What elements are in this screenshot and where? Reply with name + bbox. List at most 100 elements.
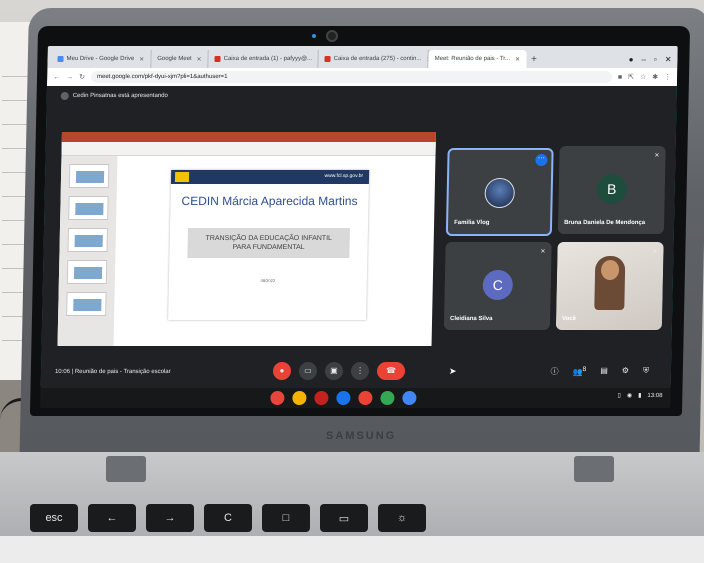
gmail-icon bbox=[214, 56, 221, 62]
participant-tile-cleidiana[interactable]: ✕ C Cleidiana Silva bbox=[443, 242, 552, 330]
chromeos-shelf: ▯ ◉ ▮ 13:08 bbox=[40, 388, 671, 408]
window-controls: ● – ▫ ✕ bbox=[628, 50, 677, 68]
meeting-info: 10:06 | Reunião de pais - Transição esco… bbox=[54, 369, 171, 375]
camera-toggle-button[interactable]: ▭ bbox=[298, 362, 318, 380]
mic-toggle-button[interactable]: ● bbox=[272, 362, 292, 380]
tab-inbox-1[interactable]: Caixa de entrada (1) - pafyyy@...✕ bbox=[208, 50, 319, 68]
avatar: B bbox=[596, 174, 628, 204]
forward-icon[interactable]: → bbox=[66, 74, 73, 81]
address-bar: ← → ↻ meet.google.com/pkf-dyui-xjm?pli=1… bbox=[46, 68, 678, 86]
slide-subtitle-box: TRANSIÇÃO DA EDUCAÇÃO INFANTIL PARA FUND… bbox=[187, 228, 350, 258]
play-store-icon[interactable] bbox=[380, 391, 395, 405]
presenter-avatar bbox=[60, 92, 69, 100]
tab-drive[interactable]: Meu Drive - Google Drive ✕ bbox=[51, 50, 152, 68]
drive-icon bbox=[57, 56, 64, 62]
slide-header-band: www.fcl.sp.gov.br bbox=[170, 170, 370, 184]
tab-meet-reuniao[interactable]: Meet: Reunião de pais - Tr... ✕ bbox=[40, 50, 677, 386]
key-fullscreen: □ bbox=[262, 504, 310, 532]
bookmark-star-icon[interactable]: ☆ bbox=[640, 73, 646, 81]
mic-off-icon: ✕ bbox=[654, 153, 660, 159]
camera-light-icon bbox=[312, 34, 316, 38]
key-overview: ▭ bbox=[320, 504, 368, 532]
current-slide: www.fcl.sp.gov.br CEDIN Márcia Aparecida… bbox=[168, 170, 370, 320]
participant-tile-bruna[interactable]: ✕ B Bruna Daniela De Mendonça bbox=[557, 146, 666, 234]
key-refresh: C bbox=[204, 504, 252, 532]
image-bottom-margin bbox=[0, 536, 704, 563]
hinge bbox=[106, 456, 146, 482]
more-options-button[interactable]: ⋮ bbox=[350, 362, 370, 380]
ppt-ribbon bbox=[61, 142, 436, 156]
camera-permission-icon[interactable]: ■ bbox=[618, 74, 622, 81]
slide-site: www.fcl.sp.gov.br bbox=[324, 173, 364, 179]
slide-subtitle: TRANSIÇÃO DA EDUCAÇÃO INFANTIL PARA FUND… bbox=[205, 234, 333, 251]
docs-app-icon[interactable] bbox=[336, 391, 351, 405]
slide-thumbnail bbox=[68, 196, 109, 220]
share-icon[interactable]: ⇱ bbox=[628, 73, 634, 81]
avatar bbox=[484, 178, 516, 208]
notification-icon[interactable]: ▯ bbox=[618, 392, 621, 399]
participant-name: Você bbox=[562, 316, 577, 322]
extensions-icon[interactable]: ✱ bbox=[652, 73, 658, 81]
mic-off-icon: ✕ bbox=[540, 249, 546, 255]
webcam-icon bbox=[326, 30, 338, 42]
browser-tab-strip: Meu Drive - Google Drive ✕ Google Meet ✕ C… bbox=[40, 46, 678, 386]
slide-thumbnails bbox=[57, 156, 118, 346]
account-icon[interactable]: ● bbox=[629, 55, 634, 64]
tab-inbox-275[interactable]: Caixa de entrada (275) - contin... ✕ bbox=[318, 50, 429, 68]
presenting-banner: Cedin Pinsatnas está apresentando bbox=[60, 92, 168, 100]
slide-date: 08/2022 bbox=[260, 278, 276, 283]
leave-call-button[interactable]: ☎ bbox=[376, 362, 406, 380]
participant-name: Cleidiana Silva bbox=[450, 316, 493, 322]
maximize-icon[interactable]: ▫ bbox=[654, 55, 657, 64]
youtube-app-icon[interactable] bbox=[358, 391, 373, 405]
back-icon[interactable]: ← bbox=[53, 74, 60, 81]
meet-side-controls: ⓘ 👥8 ▤ ⚙ ⛨ bbox=[550, 366, 649, 377]
activities-icon[interactable]: ⚙ bbox=[622, 366, 629, 377]
hinge bbox=[574, 456, 614, 482]
participant-tile-familia-vlog[interactable]: ⋯ Familia Vlog bbox=[445, 148, 554, 236]
laptop-brand: SAMSUNG bbox=[326, 430, 397, 442]
chat-icon[interactable]: ▤ bbox=[600, 366, 608, 377]
mic-off-icon: ✕ bbox=[652, 249, 658, 255]
ppt-title-bar bbox=[61, 132, 436, 142]
key-back: ← bbox=[88, 504, 136, 532]
slide-thumbnail bbox=[66, 292, 107, 316]
status-tray[interactable]: ▯ ◉ ▮ 13:08 bbox=[618, 392, 663, 400]
menu-icon[interactable]: ⋮ bbox=[664, 73, 671, 81]
chrome-app-icon[interactable] bbox=[270, 391, 285, 405]
participant-tile-voce[interactable]: ✕ Você bbox=[555, 242, 664, 330]
new-tab-button[interactable]: + bbox=[526, 52, 542, 68]
battery-icon: ▮ bbox=[638, 393, 642, 399]
minimize-icon[interactable]: – bbox=[641, 55, 646, 64]
mouse-cursor-icon: ➤ bbox=[448, 366, 457, 376]
slide-thumbnail bbox=[68, 164, 110, 188]
files-app-icon[interactable] bbox=[292, 391, 307, 405]
wifi-icon: ◉ bbox=[626, 393, 633, 399]
close-icon[interactable]: ✕ bbox=[139, 56, 144, 63]
slide-thumbnail bbox=[66, 260, 108, 284]
close-window-icon[interactable]: ✕ bbox=[665, 55, 672, 64]
info-icon[interactable]: ⓘ bbox=[550, 366, 558, 377]
close-icon[interactable]: ✕ bbox=[197, 56, 202, 63]
participant-name: Familia Vlog bbox=[454, 220, 490, 226]
present-button[interactable]: ▣ bbox=[324, 362, 344, 380]
keyboard-row: esc ← → C □ ▭ ☼ bbox=[30, 504, 690, 536]
gmail-icon bbox=[324, 56, 331, 62]
more-options-icon[interactable]: ⋯ bbox=[535, 154, 548, 166]
participant-name: Bruna Daniela De Mendonça bbox=[564, 220, 646, 226]
slide-thumbnail bbox=[67, 228, 108, 252]
reload-icon[interactable]: ↻ bbox=[79, 73, 85, 81]
meet-window: Cedin Pinsatnas está apresentando www.fc… bbox=[40, 86, 677, 386]
slide-logo bbox=[174, 172, 190, 182]
url-field[interactable]: meet.google.com/pkf-dyui-xjm?pli=1&authu… bbox=[90, 71, 613, 83]
gmail-app-icon[interactable] bbox=[314, 391, 329, 405]
close-icon[interactable]: ✕ bbox=[515, 56, 520, 63]
slide-title: CEDIN Márcia Aparecida Martins bbox=[181, 194, 358, 208]
people-icon[interactable]: 👥8 bbox=[572, 366, 586, 377]
meet-app-icon[interactable] bbox=[402, 391, 417, 405]
clock: 13:08 bbox=[647, 392, 663, 399]
laptop-screen: Meu Drive - Google Drive ✕ Google Meet ✕ C… bbox=[40, 46, 678, 408]
host-controls-icon[interactable]: ⛨ bbox=[643, 366, 649, 377]
call-controls: ● ▭ ▣ ⋮ ☎ bbox=[272, 362, 406, 380]
tab-google-meet[interactable]: Google Meet ✕ bbox=[40, 50, 677, 386]
